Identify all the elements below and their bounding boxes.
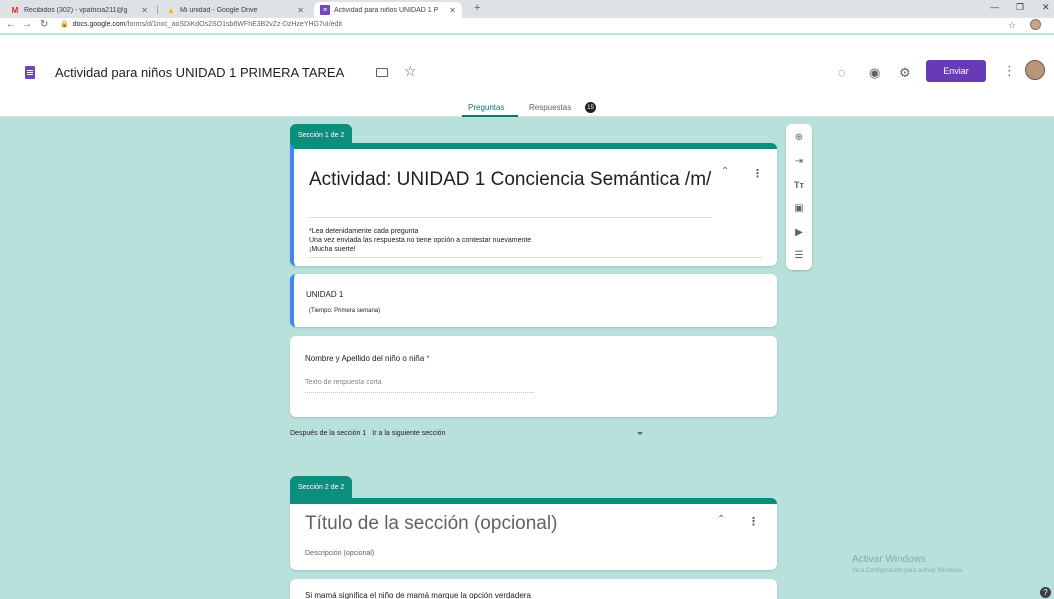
more-vert-icon[interactable]: ⋮ (752, 167, 763, 180)
tab-separator (157, 5, 158, 14)
collapse-icon[interactable]: ⌃ (721, 166, 729, 177)
tab-title: Recibidos (302) - vpatricia211@g (24, 6, 128, 14)
gmail-icon: M (11, 5, 19, 15)
send-button[interactable]: Enviar (926, 60, 986, 82)
add-video-icon[interactable]: ▶ (786, 222, 812, 242)
add-section-icon[interactable]: ☰ (786, 245, 812, 265)
palette-icon[interactable]: ◌ (838, 65, 846, 80)
more-vert-icon[interactable]: ⋮ (748, 515, 759, 528)
section-2-label: Sección 2 de 2 (290, 476, 353, 498)
description-line: ¡Mucha suerte! (309, 246, 356, 253)
description-line: *Lea detenidamente cada pregunta (309, 228, 419, 235)
description-line: Una vez enviada las respuesta no tiene o… (309, 237, 532, 244)
browser-tab-gmail[interactable]: M Recibidos (302) - vpatricia211@g ✕ (4, 2, 154, 18)
close-icon[interactable]: ✕ (141, 6, 148, 15)
back-icon[interactable]: ← (6, 19, 16, 30)
section-description-placeholder[interactable]: Descripción (opcional) (305, 550, 374, 557)
gear-icon[interactable]: ⚙ (899, 65, 911, 81)
tab-responses[interactable]: Respuestas (529, 103, 571, 112)
drive-icon: ▲ (167, 5, 175, 15)
title-underline (309, 217, 712, 218)
forms-header: Actividad para niños UNIDAD 1 PRIMERA TA… (0, 35, 1054, 117)
windows-watermark-title: Activar Windows (852, 554, 926, 565)
question-text: Si mamá significa el niño de mamá marque… (305, 591, 531, 599)
star-icon[interactable]: ☆ (404, 63, 417, 80)
browser-tab-bar: M Recibidos (302) - vpatricia211@g ✕ ▲ M… (0, 0, 1054, 18)
question-toolbar: ⊕ ⇥ Tт ▣ ▶ ☰ (786, 124, 812, 270)
question-label: Nombre y Apellido del niño o niña (305, 354, 425, 363)
url-field[interactable]: 🔒 docs.google.com /forms/d/1nxc_aoSDiKdO… (60, 20, 342, 29)
after-section-value: Ir a la siguiente sección (372, 430, 446, 437)
minimize-icon[interactable]: — (990, 2, 999, 12)
after-section-label: Después de la sección 1 (290, 430, 367, 437)
question-card[interactable]: Nombre y Apellido del niño o niña * Text… (290, 336, 777, 417)
question-text: Nombre y Apellido del niño o niña * (305, 354, 430, 363)
restore-icon[interactable]: ❐ (1016, 2, 1024, 13)
eye-icon[interactable]: ◉ (869, 65, 880, 81)
url-path: /forms/d/1nxc_aoSDiKdOs2SO1sb8WFhE3B2vZz… (125, 20, 342, 28)
add-image-icon[interactable]: ▣ (786, 198, 812, 218)
import-questions-icon[interactable]: ⇥ (786, 151, 812, 171)
lock-icon: 🔒 (60, 21, 69, 28)
responses-count-badge: 15 (585, 102, 596, 113)
short-answer-placeholder: Texto de respuesta corta (305, 379, 382, 386)
new-tab-button[interactable]: + (474, 2, 480, 14)
form-tabs: Preguntas Respuestas 15 (0, 97, 1054, 117)
url-domain: docs.google.com (72, 20, 126, 28)
active-tab-indicator (462, 115, 518, 117)
help-icon[interactable]: ? (1040, 587, 1051, 598)
tab-questions[interactable]: Preguntas (468, 103, 504, 112)
form-title[interactable]: Actividad para niños UNIDAD 1 PRIMERA TA… (55, 65, 344, 80)
section-title[interactable]: Actividad: UNIDAD 1 Conciencia Semántica… (309, 166, 724, 194)
required-asterisk: * (426, 354, 430, 363)
more-vert-icon[interactable]: ⋮ (1003, 63, 1016, 79)
close-icon[interactable]: ✕ (449, 6, 456, 15)
browser-tab-drive[interactable]: ▲ Mi unidad - Google Drive ✕ (160, 2, 310, 18)
unit-subtitle: (Tiempo: Primera semana) (309, 308, 381, 314)
unit-title-card[interactable]: UNIDAD 1 (Tiempo: Primera semana) (290, 274, 777, 327)
section-1-title-card[interactable]: Actividad: UNIDAD 1 Conciencia Semántica… (290, 143, 777, 266)
question-card[interactable]: Si mamá significa el niño de mamá marque… (290, 579, 777, 599)
close-icon[interactable]: ✕ (297, 6, 304, 15)
reload-icon[interactable]: ↻ (40, 19, 48, 30)
forms-icon: ≡ (320, 5, 330, 15)
collapse-icon[interactable]: ⌃ (717, 514, 725, 525)
add-question-icon[interactable]: ⊕ (786, 127, 812, 147)
bookmark-star-icon[interactable]: ☆ (1008, 20, 1016, 31)
tab-title: Mi unidad - Google Drive (180, 6, 258, 14)
windows-watermark-subtitle: Ve a Configuración para activar Windows. (852, 568, 964, 574)
unit-title: UNIDAD 1 (306, 290, 344, 299)
forward-icon[interactable]: → (22, 19, 32, 30)
tab-title: Actividad para niños UNIDAD 1 P (334, 6, 439, 14)
folder-icon[interactable] (376, 68, 388, 77)
browser-tab-forms[interactable]: ≡ Actividad para niños UNIDAD 1 P ✕ (314, 2, 462, 18)
answer-underline (305, 392, 534, 393)
add-title-icon[interactable]: Tт (786, 175, 812, 195)
forms-logo-icon[interactable] (25, 66, 35, 79)
section-title-placeholder[interactable]: Título de la sección (opcional) (305, 513, 557, 535)
address-bar: ← → ↻ 🔒 docs.google.com /forms/d/1nxc_ao… (0, 18, 1054, 34)
description-underline (309, 257, 762, 258)
close-window-icon[interactable]: ✕ (1042, 2, 1050, 13)
dropdown-arrow-icon[interactable] (637, 432, 643, 435)
after-section-select[interactable]: Después de la sección 1 Ir a la siguient… (290, 430, 445, 437)
section-description[interactable]: *Lea detenidamente cada pregunta Una vez… (309, 227, 531, 254)
browser-profile-avatar[interactable] (1030, 19, 1041, 30)
section-2-title-card[interactable]: Título de la sección (opcional) ⌃ ⋮ Desc… (290, 498, 777, 570)
avatar[interactable] (1025, 60, 1045, 80)
